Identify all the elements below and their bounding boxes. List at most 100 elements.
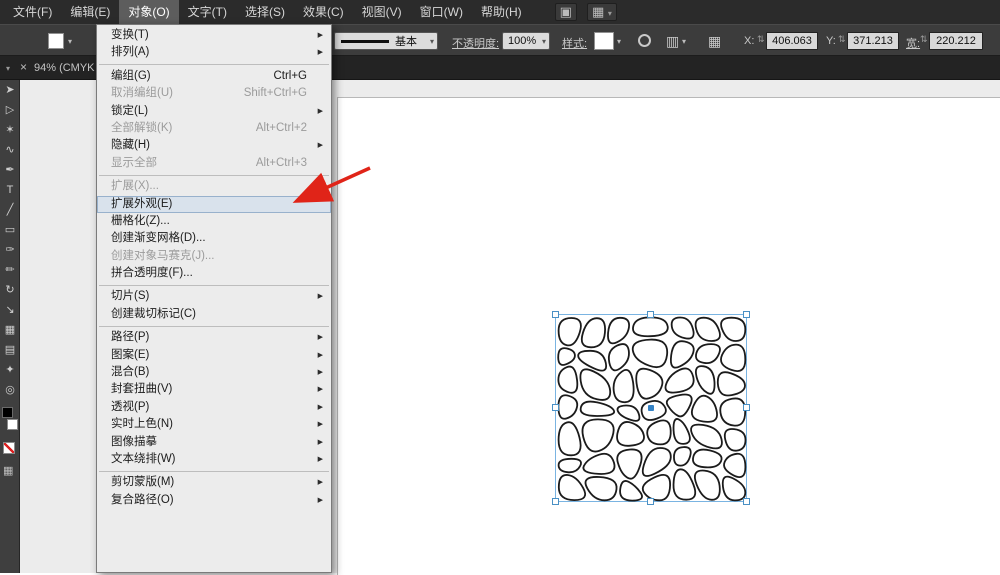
chevron-down-icon[interactable]: ▾ <box>682 37 686 46</box>
menubar-item-type[interactable]: 文字(T) <box>179 0 236 24</box>
arrange-documents-button[interactable]: ▦ ▾ <box>587 3 617 21</box>
align-icon[interactable]: ▥ <box>666 33 679 49</box>
submenu-arrow-icon: ▶ <box>318 44 323 61</box>
menu-item[interactable]: 文本绕排(W)▶ <box>97 451 331 468</box>
eyedropper-tool[interactable]: ✦ <box>0 360 20 380</box>
menubar-item-window[interactable]: 窗口(W) <box>411 0 472 24</box>
selection-bounding-box[interactable] <box>555 314 747 502</box>
menu-item-label: 封套扭曲(V) <box>111 381 172 398</box>
menubar-item-view[interactable]: 视图(V) <box>353 0 411 24</box>
zoom-tool[interactable]: ◎ <box>0 380 20 400</box>
menu-item[interactable]: 封套扭曲(V) ▶ <box>97 381 331 398</box>
menu-item-label: 剪切蒙版(M) <box>111 474 174 491</box>
width-label[interactable]: 宽: <box>906 35 920 51</box>
menu-item[interactable]: 切片(S)▶ <box>97 288 331 305</box>
menubar-item-file[interactable]: 文件(F) <box>4 0 61 24</box>
none-swatch[interactable] <box>3 442 15 454</box>
menu-item[interactable]: 复合路径(O)▶ <box>97 492 331 509</box>
menu-item-label: 路径(P) <box>111 329 149 346</box>
menu-item[interactable]: 透视(P)▶ <box>97 399 331 416</box>
fill-color-swatch[interactable] <box>48 33 64 49</box>
stroke-brush-dropdown[interactable]: 基本 ▾ <box>334 32 438 50</box>
width-spinner-icon[interactable]: ⇅ <box>920 34 928 45</box>
style-label[interactable]: 样式: <box>562 35 587 51</box>
gradient-tool[interactable]: ▤ <box>0 340 20 360</box>
opacity-field[interactable]: 100% ▾ <box>502 32 550 50</box>
style-swatch[interactable] <box>594 32 614 50</box>
submenu-arrow-icon: ▶ <box>318 329 323 346</box>
menubar-item-effect[interactable]: 效果(C) <box>294 0 353 24</box>
chevron-down-icon[interactable]: ▾ <box>6 64 10 73</box>
width-field[interactable]: 220.212 <box>929 32 983 50</box>
app-panel-button[interactable]: ▣ <box>555 3 577 21</box>
menu-separator <box>99 285 329 286</box>
magic-wand-tool[interactable]: ✶ <box>0 120 20 140</box>
brush-name: 基本 <box>395 33 417 49</box>
lasso-tool[interactable]: ∿ <box>0 140 20 160</box>
x-spinner-icon[interactable]: ⇅ <box>757 34 765 45</box>
submenu-arrow-icon: ▶ <box>318 492 323 509</box>
draw-mode-icon[interactable]: ▦ <box>3 464 19 477</box>
menu-item[interactable]: 混合(B)▶ <box>97 364 331 381</box>
selection-handle-n[interactable] <box>647 311 654 318</box>
line-segment-tool[interactable]: ╱ <box>0 200 20 220</box>
menubar-item-select[interactable]: 选择(S) <box>236 0 294 24</box>
rotate-tool[interactable]: ↻ <box>0 280 20 300</box>
selection-handle-e[interactable] <box>743 404 750 411</box>
menu-item[interactable]: 拼合透明度(F)... <box>97 265 331 282</box>
menu-item[interactable]: 图案(E)▶ <box>97 347 331 364</box>
pencil-tool[interactable]: ✏ <box>0 260 20 280</box>
close-tab-icon[interactable]: × <box>20 60 27 74</box>
recolor-artwork-icon[interactable] <box>638 34 651 47</box>
selection-center-point[interactable] <box>648 405 654 411</box>
menu-item[interactable]: 图像描摹▶ <box>97 434 331 451</box>
menu-item[interactable]: 栅格化(Z)... <box>97 213 331 230</box>
scale-tool[interactable]: ↘ <box>0 300 20 320</box>
menu-item[interactable]: 排列(A)▶ <box>97 44 331 61</box>
selection-handle-w[interactable] <box>552 404 559 411</box>
y-field[interactable]: 371.213 <box>847 32 899 50</box>
chevron-down-icon: ▾ <box>539 37 549 46</box>
chevron-down-icon[interactable]: ▾ <box>617 37 621 46</box>
menu-item[interactable]: 变换(T)▶ <box>97 27 331 44</box>
fill-swatch[interactable] <box>2 407 13 418</box>
mesh-tool[interactable]: ▦ <box>0 320 20 340</box>
menubar-item-object[interactable]: 对象(O) <box>119 0 178 24</box>
selection-handle-sw[interactable] <box>552 498 559 505</box>
fill-stroke-indicator[interactable] <box>0 404 20 434</box>
menubar-item-edit[interactable]: 编辑(E) <box>61 0 119 24</box>
menu-item[interactable]: 扩展外观(E) <box>97 196 331 213</box>
submenu-arrow-icon: ▶ <box>318 451 323 468</box>
chevron-down-icon[interactable]: ▾ <box>68 37 72 46</box>
opacity-label[interactable]: 不透明度: <box>452 35 499 51</box>
submenu-arrow-icon: ▶ <box>318 27 323 44</box>
menu-item[interactable]: 实时上色(N)▶ <box>97 416 331 433</box>
transform-grid-icon[interactable]: ▦ <box>708 33 721 49</box>
stroke-swatch[interactable] <box>7 419 18 430</box>
paintbrush-tool[interactable]: ✑ <box>0 240 20 260</box>
menubar-item-help[interactable]: 帮助(H) <box>472 0 531 24</box>
submenu-arrow-icon: ▶ <box>318 381 323 398</box>
direct-selection-tool[interactable]: ▷ <box>0 100 20 120</box>
selection-handle-s[interactable] <box>647 498 654 505</box>
menu-item: 创建对象马赛克(J)... <box>97 248 331 265</box>
selection-handle-nw[interactable] <box>552 311 559 318</box>
menu-item[interactable]: 编组(G)Ctrl+G <box>97 68 331 85</box>
menu-item[interactable]: 锁定(L)▶ <box>97 103 331 120</box>
menu-item-label: 创建裁切标记(C) <box>111 306 196 323</box>
pen-tool[interactable]: ✒ <box>0 160 20 180</box>
selection-handle-se[interactable] <box>743 498 750 505</box>
menu-item[interactable]: 创建渐变网格(D)... <box>97 230 331 247</box>
rectangle-tool[interactable]: ▭ <box>0 220 20 240</box>
menu-item[interactable]: 路径(P) ▶ <box>97 329 331 346</box>
menu-item[interactable]: 创建裁切标记(C) <box>97 306 331 323</box>
document-tab-label[interactable]: 94% (CMYK <box>34 62 95 74</box>
menu-item[interactable]: 隐藏(H)▶ <box>97 137 331 154</box>
selection-tool[interactable]: ➤ <box>0 80 20 100</box>
menu-item: 扩展(X)... <box>97 178 331 195</box>
y-spinner-icon[interactable]: ⇅ <box>838 34 846 45</box>
menu-item[interactable]: 剪切蒙版(M)▶ <box>97 474 331 491</box>
selection-handle-ne[interactable] <box>743 311 750 318</box>
x-field[interactable]: 406.063 <box>766 32 818 50</box>
type-tool[interactable]: T <box>0 180 20 200</box>
